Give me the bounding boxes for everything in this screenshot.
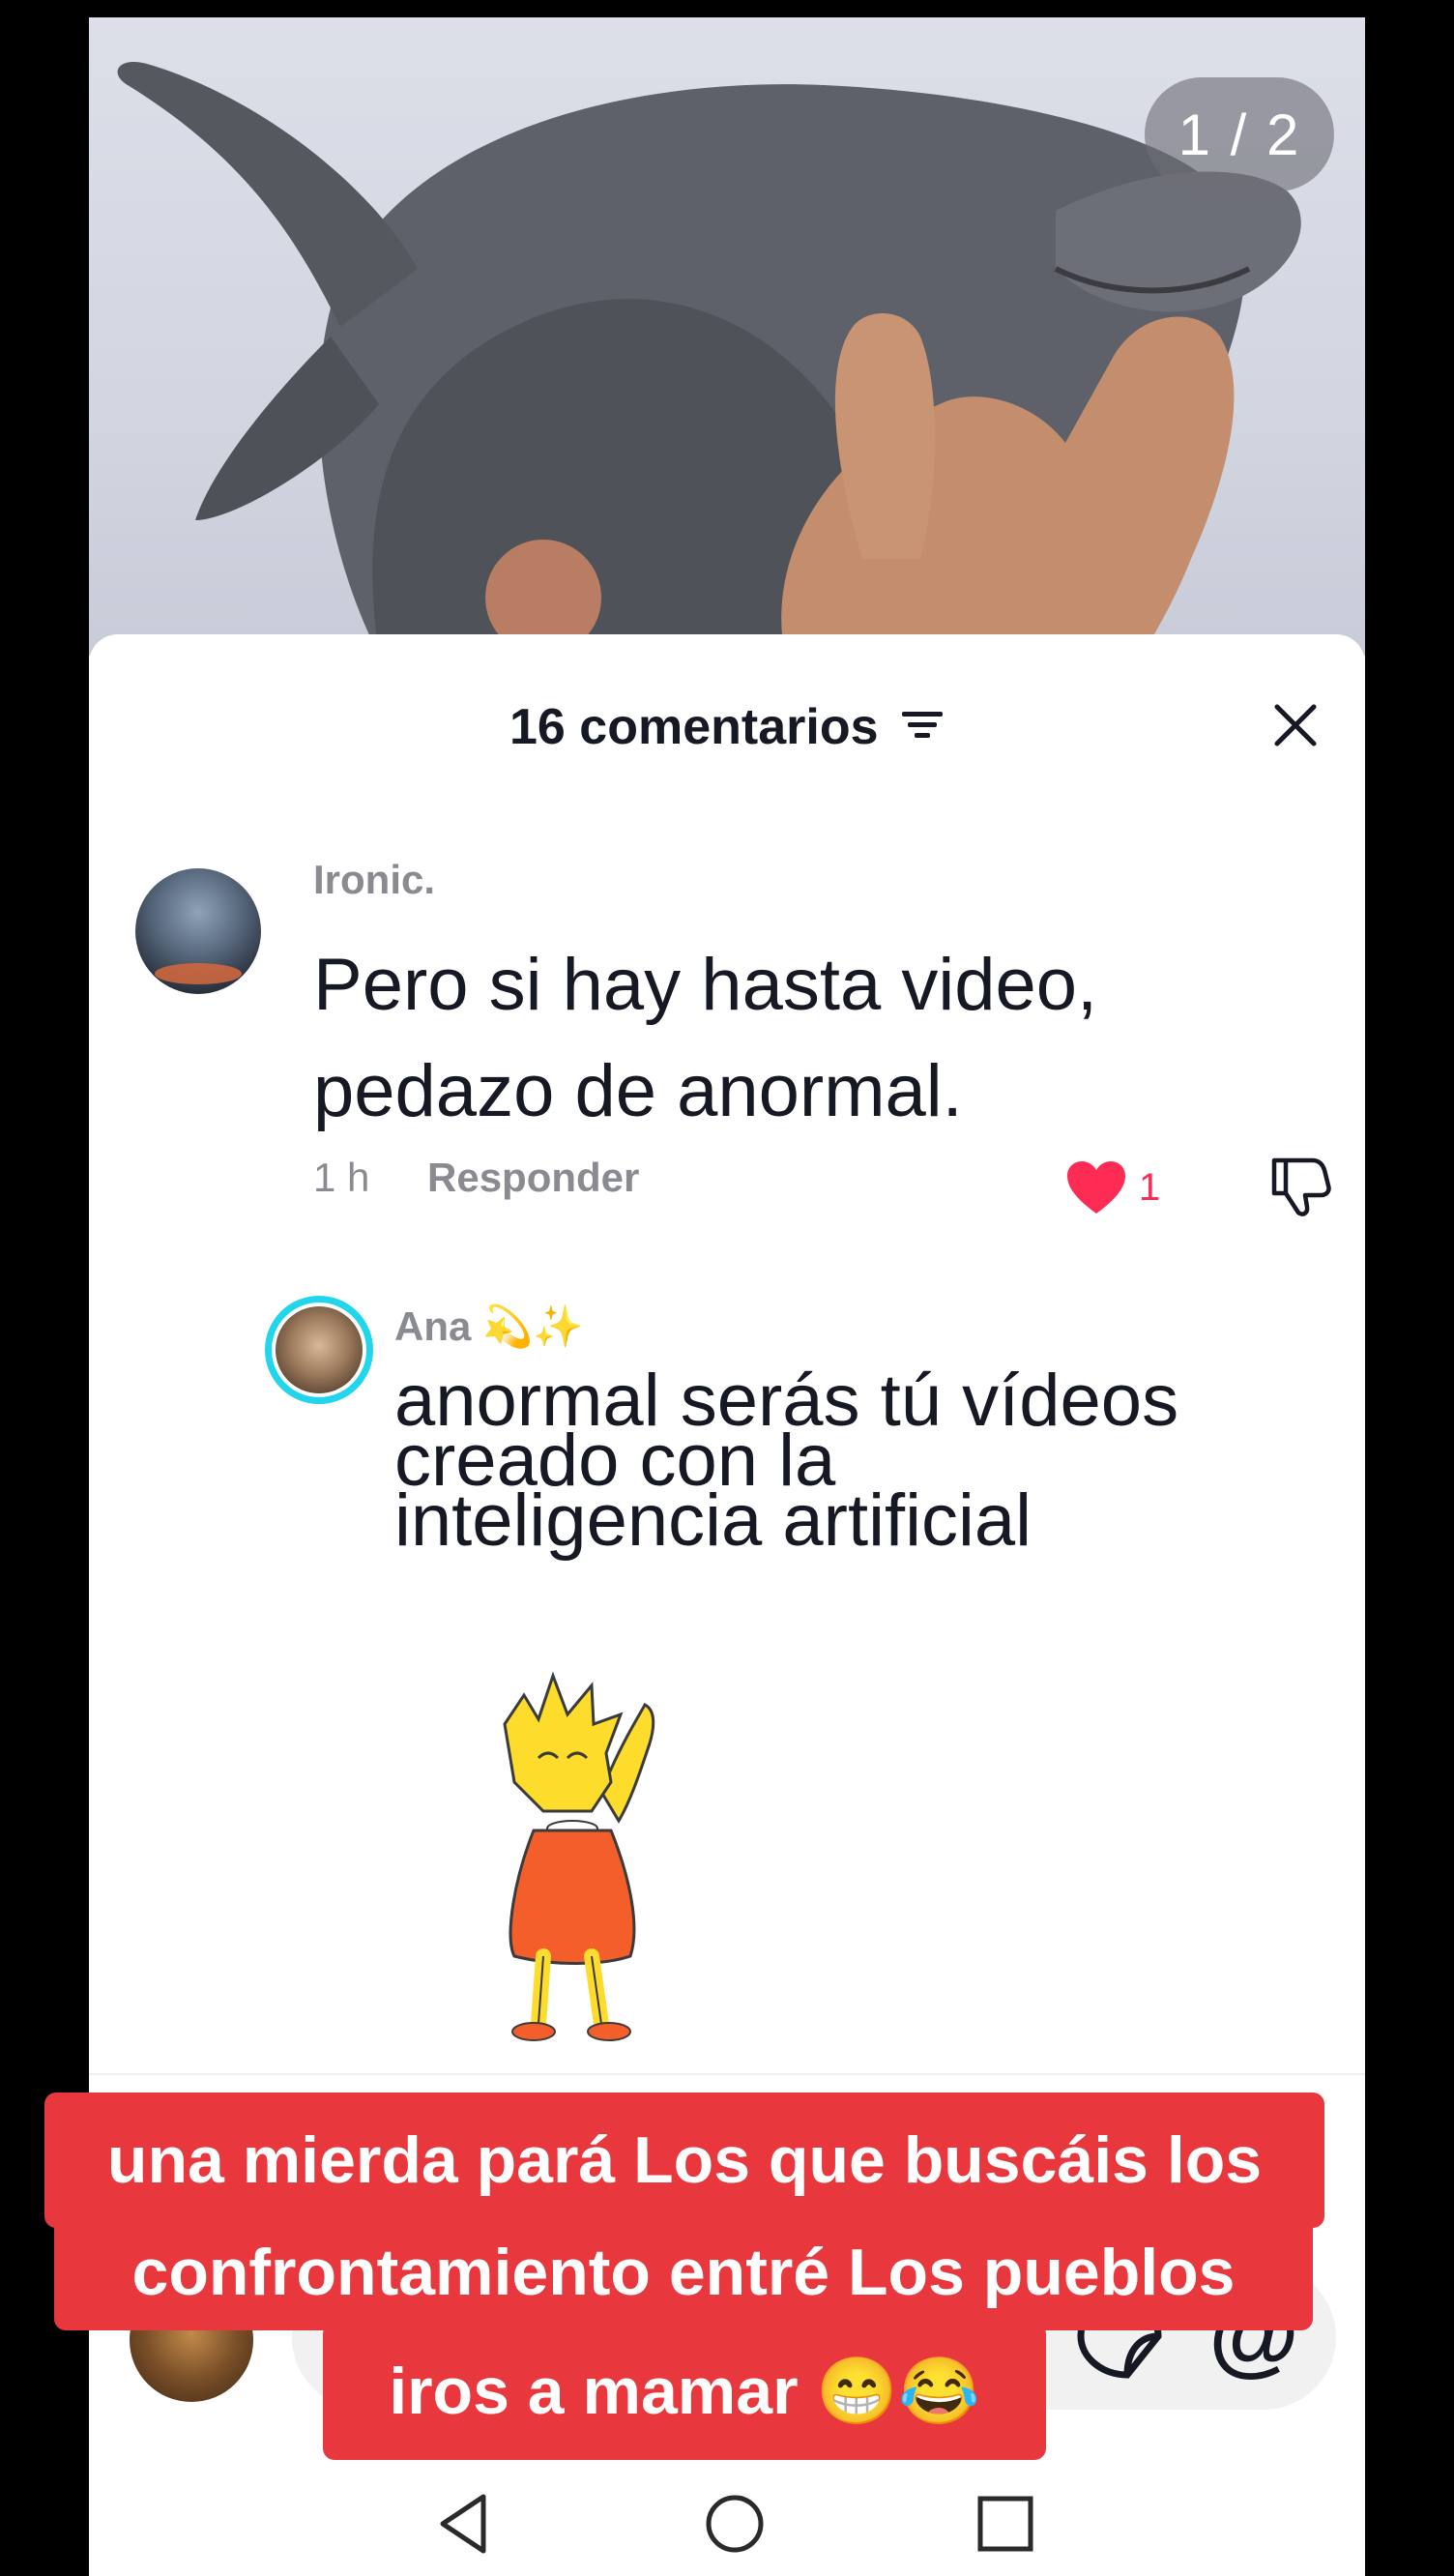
caption-line: iros a mamar 😁😂: [323, 2323, 1046, 2460]
system-nav-bar: [89, 2474, 1365, 2576]
dislike-button[interactable]: [1266, 1151, 1334, 1218]
thumbs-down-icon: [1271, 1157, 1331, 1216]
reply-text: anormal serás tú vídeos creado con la in…: [394, 1364, 1342, 1562]
like-button[interactable]: 1: [1065, 1154, 1160, 1221]
comment-text-line: pedazo de anormal.: [313, 1050, 963, 1132]
comments-count-title: 16 comentarios: [509, 699, 879, 755]
divider: [89, 2073, 1365, 2075]
dancing-girl-sticker: [503, 1671, 655, 2041]
reply-username[interactable]: Ana 💫✨: [394, 1303, 584, 1351]
sheet-header: 16 comentarios: [89, 634, 1365, 789]
caption-line: confrontamiento entré Los pueblos: [54, 2214, 1313, 2330]
square-recent-icon[interactable]: [967, 2485, 1044, 2562]
heart-filled-icon: [1067, 1161, 1125, 1214]
comments-title-row[interactable]: 16 comentarios: [89, 698, 1365, 756]
page-indicator: 1 / 2: [1145, 77, 1334, 191]
comment-timestamp: 1 h: [313, 1155, 370, 1200]
close-button[interactable]: [1265, 694, 1326, 756]
triangle-back-icon[interactable]: [427, 2485, 505, 2562]
reply-text-line: inteligencia artificial: [394, 1479, 1032, 1562]
caption-line: una mierda pará Los que buscáis los: [44, 2093, 1324, 2228]
avatar-image-detail: [155, 963, 242, 984]
like-count: 1: [1139, 1165, 1161, 1209]
circle-home-icon[interactable]: [696, 2485, 773, 2562]
avatar-with-story-ring[interactable]: [265, 1296, 373, 1404]
filter-lines-icon[interactable]: [900, 697, 945, 755]
avatar[interactable]: [135, 868, 261, 994]
close-x-icon: [1274, 704, 1317, 746]
comment-text-line: Pero si hay hasta video,: [313, 944, 1098, 1026]
comment-username[interactable]: Ironic.: [313, 857, 435, 903]
avatar-image: [276, 1306, 363, 1393]
media-photo[interactable]: 1 / 2: [89, 17, 1365, 656]
reply-button[interactable]: Responder: [427, 1155, 639, 1201]
